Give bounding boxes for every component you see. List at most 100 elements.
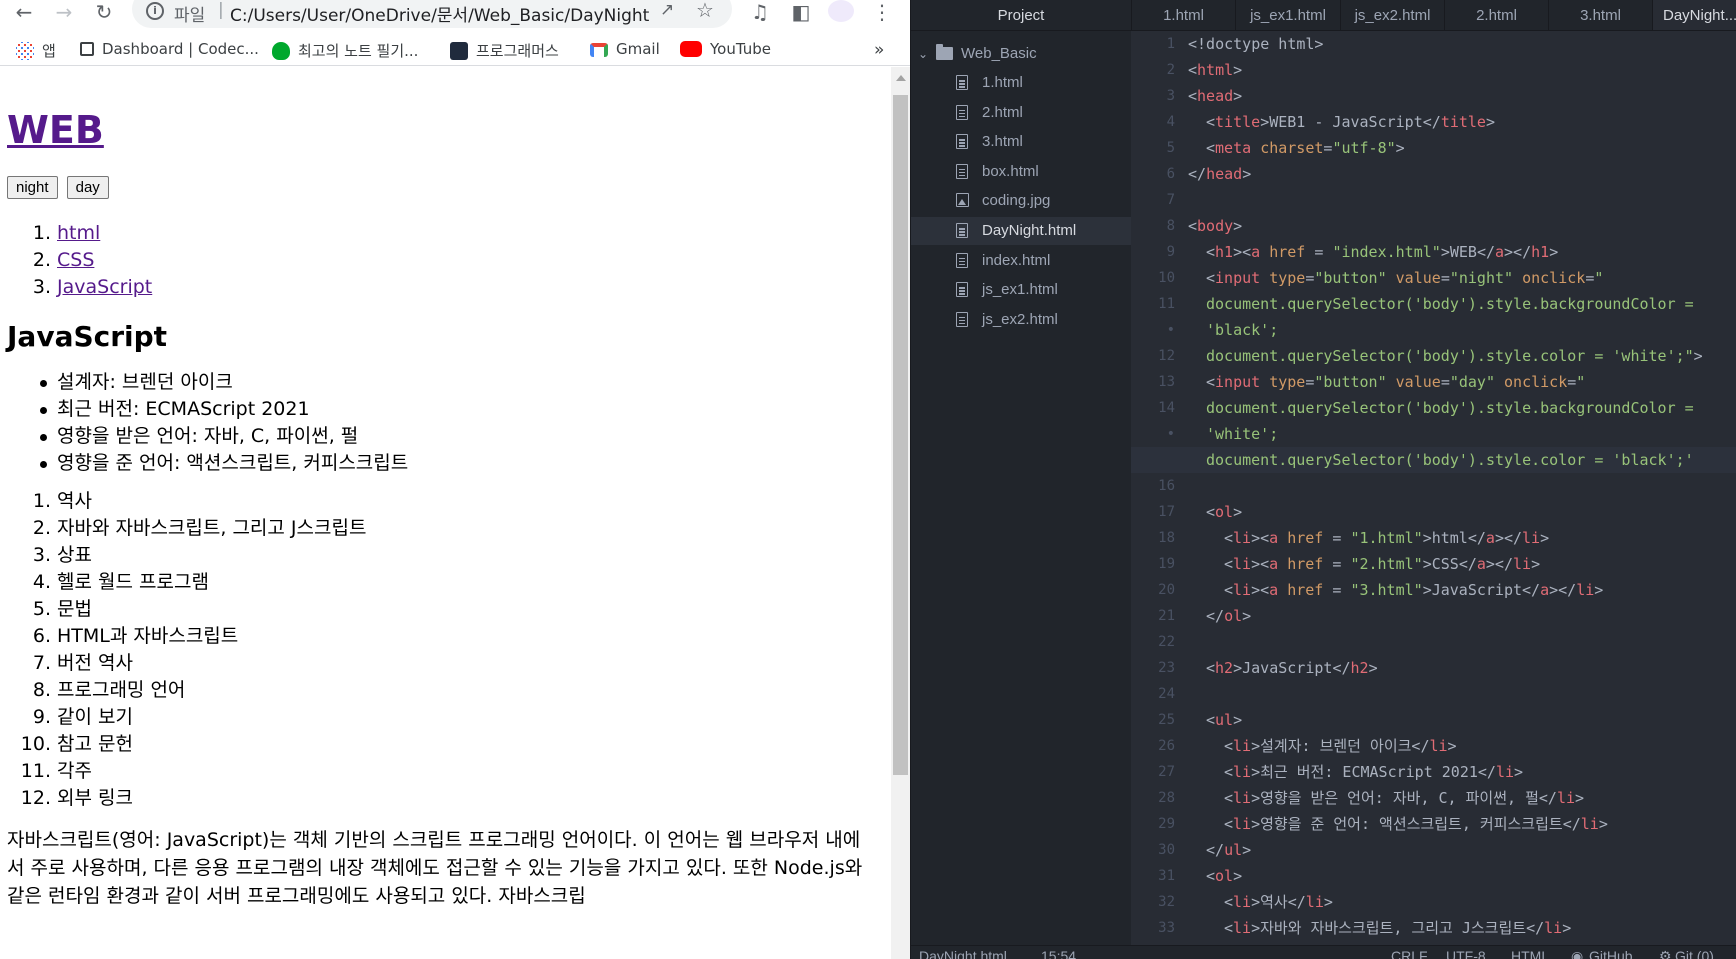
code-token: " bbox=[1594, 269, 1604, 287]
tree-file-item[interactable]: 1.html bbox=[911, 69, 1131, 97]
bookmark-evernote[interactable]: 최고의 노트 필기... bbox=[272, 40, 418, 61]
tree-folder-web-basic[interactable]: ⌄ Web_Basic bbox=[911, 40, 1131, 68]
code-token: > bbox=[1447, 737, 1457, 755]
bookmark-label: 앱 bbox=[42, 42, 56, 60]
home-link[interactable]: WEB bbox=[7, 108, 104, 152]
info-icon[interactable]: i bbox=[146, 2, 164, 20]
toc-label: 외부 링크 bbox=[57, 787, 133, 809]
address-url[interactable]: C:/Users/User/OneDrive/문서/Web_Basic/DayN… bbox=[230, 1, 650, 26]
code-token: >< bbox=[1251, 529, 1270, 547]
tree-file-item[interactable]: js_ex1.html bbox=[911, 276, 1131, 304]
code-token: document.querySelector('body').style.col… bbox=[1206, 451, 1694, 469]
tree-file-item[interactable]: js_ex2.html bbox=[911, 306, 1131, 334]
code-token: value bbox=[1395, 269, 1441, 287]
toc-item: 3. 상표 bbox=[7, 542, 892, 569]
code-token: < bbox=[1206, 373, 1216, 391]
github-icon[interactable]: ◉ bbox=[1571, 948, 1583, 959]
editor-tab[interactable]: 1.html bbox=[1131, 0, 1235, 30]
list-number: 1. bbox=[32, 222, 51, 244]
code-line: <ol> bbox=[1131, 499, 1736, 525]
night-button[interactable]: night bbox=[7, 176, 58, 199]
menu-kebab-icon[interactable]: ⋮ bbox=[868, 0, 896, 24]
address-bar[interactable]: i 파일 | C:/Users/User/OneDrive/문서/Web_Bas… bbox=[132, 0, 732, 28]
code-token: = bbox=[1323, 581, 1351, 599]
code-token: </ bbox=[1287, 893, 1306, 911]
code-editor-window: Project ⌄ Web_Basic 1.html 2.html 3.html bo… bbox=[911, 0, 1736, 959]
status-grammar[interactable]: HTML bbox=[1511, 948, 1549, 959]
code-token: href bbox=[1287, 555, 1324, 573]
code-token: > bbox=[1251, 815, 1261, 833]
media-control-icon[interactable]: ♫ bbox=[746, 0, 774, 24]
code-token: input bbox=[1215, 269, 1261, 287]
code-token: 역사 bbox=[1260, 893, 1288, 911]
code-line: <title>WEB1 - JavaScript</title> bbox=[1131, 109, 1736, 135]
nav-link-javascript[interactable]: JavaScript bbox=[57, 276, 152, 298]
status-file-name[interactable]: DayNight.html bbox=[919, 948, 1007, 959]
status-github[interactable]: GitHub bbox=[1589, 948, 1633, 959]
bookmark-codecademy[interactable]: Dashboard | Codec... bbox=[80, 40, 259, 58]
tree-file-item[interactable]: 3.html bbox=[911, 128, 1131, 156]
code-token: li bbox=[1233, 763, 1252, 781]
back-arrow-icon[interactable]: ← bbox=[10, 0, 38, 24]
bookmarks-bar: 앱 Dashboard | Codec... 최고의 노트 필기... 프로그래… bbox=[0, 36, 910, 66]
bookmark-youtube[interactable]: YouTube bbox=[680, 40, 771, 58]
code-area[interactable]: 1234567891011•121314•1516171819202122232… bbox=[1131, 31, 1736, 945]
code-token: </ bbox=[1458, 555, 1477, 573]
bookmark-programmers[interactable]: 프로그래머스 bbox=[450, 40, 559, 61]
bookmark-star-icon[interactable]: ☆ bbox=[696, 0, 714, 22]
browser-toolbar: ← → ↻ i 파일 | C:/Users/User/OneDrive/문서/W… bbox=[0, 0, 910, 32]
share-icon[interactable]: ↗ bbox=[660, 0, 674, 20]
editor-tab[interactable]: 3.html bbox=[1548, 0, 1652, 30]
status-encoding[interactable]: UTF-8 bbox=[1446, 948, 1486, 959]
git-icon[interactable]: ⚙ bbox=[1659, 948, 1672, 959]
tree-file-item[interactable]: index.html bbox=[911, 247, 1131, 275]
tree-file-item[interactable]: 2.html bbox=[911, 99, 1131, 127]
list-number: 3. bbox=[32, 544, 51, 566]
profile-avatar[interactable] bbox=[828, 0, 854, 22]
code-token: < bbox=[1206, 113, 1216, 131]
chevron-down-icon: ⌄ bbox=[918, 47, 929, 61]
bookmarks-overflow-button[interactable]: » bbox=[874, 40, 884, 60]
tree-file-label: js_ex1.html bbox=[982, 281, 1058, 299]
code-line: <!doctype html> bbox=[1131, 31, 1736, 57]
list-number: 7. bbox=[32, 652, 51, 674]
reload-icon[interactable]: ↻ bbox=[90, 0, 118, 24]
scrollbar-thumb[interactable] bbox=[893, 95, 908, 775]
scroll-up-icon[interactable] bbox=[896, 75, 906, 81]
code-line: <body> bbox=[1131, 213, 1736, 239]
editor-tab[interactable]: js_ex1.html bbox=[1235, 0, 1340, 30]
nav-link-html[interactable]: html bbox=[57, 222, 100, 244]
code-token: li bbox=[1233, 789, 1252, 807]
code-token: head bbox=[1206, 165, 1243, 183]
page-scrollbar[interactable] bbox=[891, 67, 910, 959]
bookmark-apps[interactable]: 앱 bbox=[16, 40, 56, 61]
tree-file-item[interactable]: coding.jpg bbox=[911, 187, 1131, 215]
status-cursor-position[interactable]: 15:54 bbox=[1041, 948, 1076, 959]
bookmark-gmail[interactable]: Gmail bbox=[590, 40, 660, 58]
tree-file-item[interactable]: DayNight.html bbox=[911, 217, 1131, 245]
code-token: li bbox=[1580, 815, 1599, 833]
code-token: "night" bbox=[1449, 269, 1514, 287]
status-line-ending[interactable]: CRLF bbox=[1391, 948, 1428, 959]
image-file-icon bbox=[956, 193, 969, 208]
tree-folder-label: Web_Basic bbox=[961, 45, 1037, 62]
code-token: < bbox=[1224, 893, 1234, 911]
editor-tab[interactable]: 2.html bbox=[1444, 0, 1548, 30]
day-button[interactable]: day bbox=[66, 176, 109, 199]
code-token: a bbox=[1495, 243, 1505, 261]
forward-arrow-icon[interactable]: → bbox=[50, 0, 78, 24]
toc-label: 역사 bbox=[57, 490, 92, 512]
status-git[interactable]: Git (0) bbox=[1675, 948, 1714, 959]
tree-file-item[interactable]: box.html bbox=[911, 158, 1131, 186]
code-token: 'black'; bbox=[1206, 321, 1279, 339]
editor-tab[interactable]: js_ex2.html bbox=[1340, 0, 1444, 30]
list-number: 1. bbox=[32, 490, 51, 512]
editor-tab[interactable]: DayNight... bbox=[1652, 0, 1736, 30]
code-token: li bbox=[1544, 919, 1563, 937]
code-token: li bbox=[1233, 555, 1252, 573]
code-line: 'white'; bbox=[1131, 421, 1736, 447]
nav-link-css[interactable]: CSS bbox=[57, 249, 94, 271]
side-panel-icon[interactable]: ◧ bbox=[787, 0, 815, 24]
code-line: <ol> bbox=[1131, 863, 1736, 889]
project-tree-title: Project bbox=[911, 0, 1131, 31]
